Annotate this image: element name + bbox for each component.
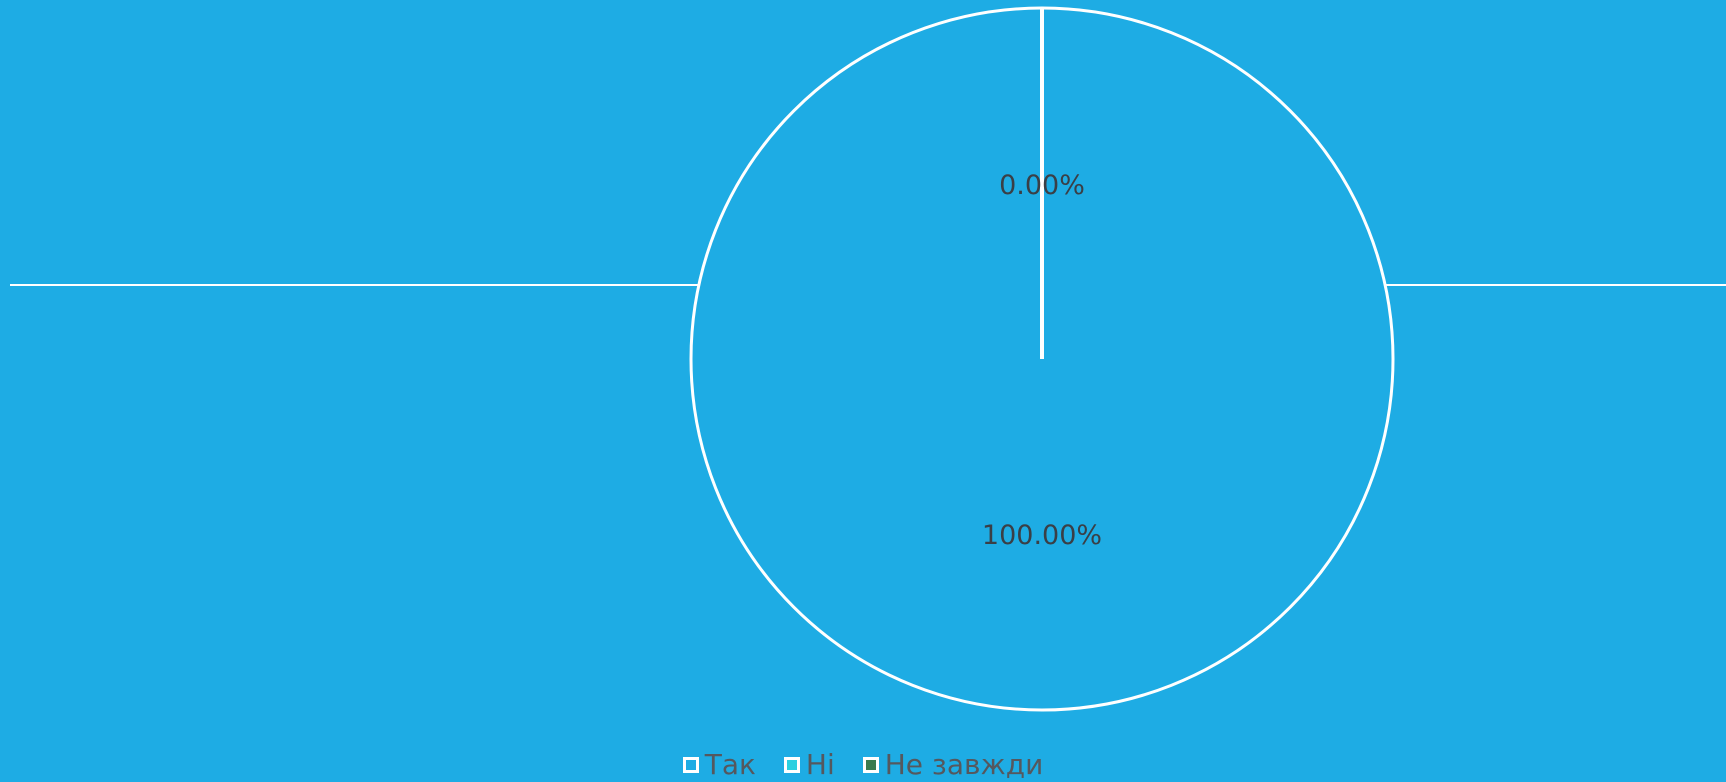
legend-swatch-ne-zavzhdy	[862, 757, 879, 773]
legend-item-ne-zavzhdy: Не завжди	[862, 748, 1044, 782]
legend-item-ni: Ні	[783, 748, 835, 782]
data-label-1: 100.00%	[982, 520, 1102, 551]
data-label-2: 0.00%	[999, 170, 1085, 201]
legend-label-ni: Ні	[805, 748, 835, 781]
legend-item-tak: Так	[682, 748, 756, 782]
legend-swatch-tak	[682, 757, 699, 773]
legend-label-ne-zavzhdy: Не завжди	[884, 748, 1044, 781]
pie-slices	[689, 6, 1395, 712]
pie-chart: 100.00% 0.00%	[10, 6, 1726, 712]
legend-label-tak: Так	[704, 748, 756, 781]
chart-legend: Так Ні Не завжди	[0, 748, 1726, 782]
legend-swatch-ni	[783, 757, 800, 773]
